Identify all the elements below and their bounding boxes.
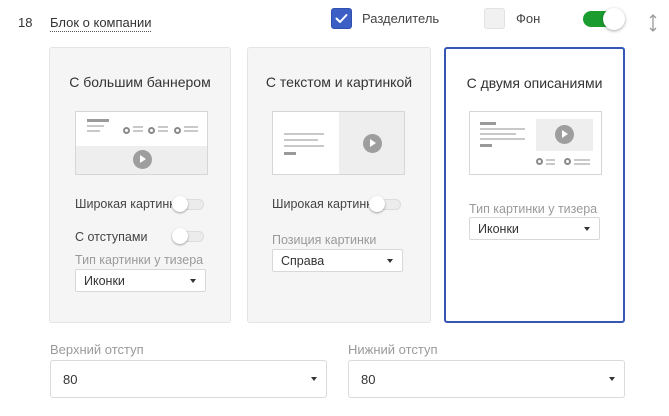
teaser-type-select[interactable]: Иконки [469,217,600,240]
layout-card-title: С двумя описаниями [466,75,603,91]
top-padding-label: Верхний отступ [50,342,144,357]
layout-preview-image [469,111,602,175]
teaser-type-label: Тип картинки у тизера [75,253,204,267]
layout-card-title: С большим баннером [69,74,211,90]
image-position-label: Позиция картинки [272,233,377,247]
wide-image-toggle[interactable] [369,196,403,212]
background-label: Фон [516,11,541,26]
chevron-down-icon [609,377,615,381]
bottom-padding-value: 80 [361,372,376,387]
play-icon [555,125,574,144]
top-padding-value: 80 [63,372,78,387]
chevron-down-icon [311,377,317,381]
teaser-type-select[interactable]: Иконки [75,269,206,292]
indent-toggle[interactable] [172,228,206,244]
layout-card-title: С текстом и картинкой [265,74,413,90]
image-position-select[interactable]: Справа [272,249,403,272]
block-number: 18 [18,15,33,30]
wide-image-label: Широкая картинка [75,197,182,211]
bottom-padding-label: Нижний отступ [348,342,438,357]
chevron-down-icon [190,278,196,283]
resize-vertical-icon[interactable] [647,13,659,33]
chevron-down-icon [584,226,590,231]
chevron-down-icon [387,258,393,263]
layout-card-text-image[interactable]: С текстом и картинкой Широкая картинка П… [247,47,431,323]
wide-image-label: Широкая картинка [272,197,379,211]
background-checkbox[interactable] [484,8,505,29]
wide-image-toggle[interactable] [172,196,206,212]
teaser-type-value: Иконки [478,222,519,236]
divider-label: Разделитель [362,11,440,26]
check-icon [335,14,348,23]
divider-checkbox[interactable] [331,8,352,29]
layout-preview-image [75,111,208,175]
layout-card-big-banner[interactable]: С большим баннером Широкая картинка С от… [49,47,231,323]
layout-preview-image [272,111,405,175]
toggle-knob [603,8,625,30]
teaser-type-value: Иконки [84,274,125,288]
indent-label: С отступами [75,230,148,244]
play-icon [133,150,152,169]
layout-card-two-descriptions[interactable]: С двумя описаниями Тип картинки у тизера… [444,47,625,323]
top-padding-select[interactable]: 80 [50,360,327,398]
block-title[interactable]: Блок о компании [50,15,152,32]
play-icon [363,134,382,153]
image-position-value: Справа [281,254,325,268]
teaser-type-label: Тип картинки у тизера [469,202,598,216]
block-enabled-toggle[interactable] [583,8,627,30]
bottom-padding-select[interactable]: 80 [348,360,625,398]
